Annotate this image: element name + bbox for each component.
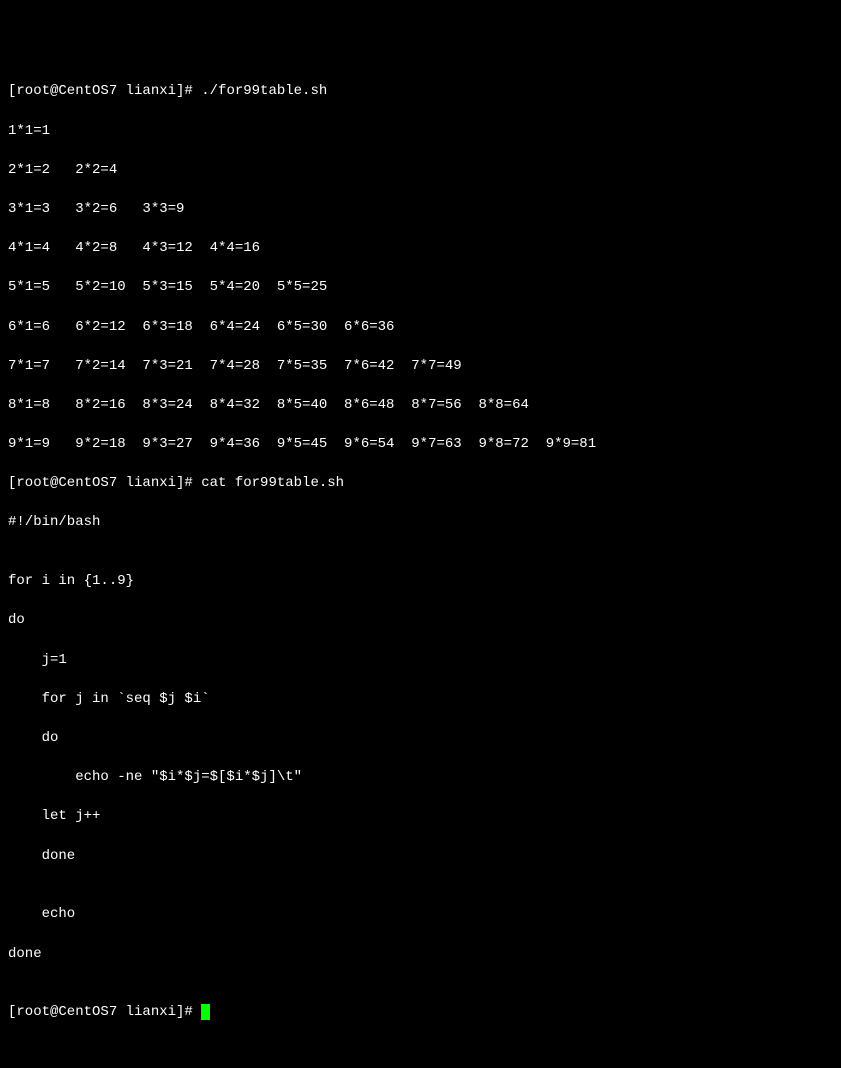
output-row-2: 2*1=2 2*2=4 — [8, 161, 833, 181]
output-row-1: 1*1=1 — [8, 122, 833, 142]
script-line-13: done — [8, 945, 833, 965]
script-line-1: #!/bin/bash — [8, 513, 833, 533]
command-text: ./for99table.sh — [201, 83, 327, 99]
script-line-10: done — [8, 847, 833, 867]
output-row-5: 5*1=5 5*2=10 5*3=15 5*4=20 5*5=25 — [8, 278, 833, 298]
output-row-8: 8*1=8 8*2=16 8*3=24 8*4=32 8*5=40 8*6=48… — [8, 396, 833, 416]
output-row-9: 9*1=9 9*2=18 9*3=27 9*4=36 9*5=45 9*6=54… — [8, 435, 833, 455]
shell-prompt: [root@CentOS7 lianxi]# — [8, 475, 201, 491]
output-row-4: 4*1=4 4*2=8 4*3=12 4*4=16 — [8, 239, 833, 259]
command-text: cat for99table.sh — [201, 475, 344, 491]
terminal-line-prompt1: [root@CentOS7 lianxi]# ./for99table.sh — [8, 82, 833, 102]
script-line-9: let j++ — [8, 807, 833, 827]
terminal-line-prompt3[interactable]: [root@CentOS7 lianxi]# — [8, 1003, 833, 1023]
output-row-7: 7*1=7 7*2=14 7*3=21 7*4=28 7*5=35 7*6=42… — [8, 357, 833, 377]
script-line-3: for i in {1..9} — [8, 572, 833, 592]
script-line-4: do — [8, 611, 833, 631]
script-line-6: for j in `seq $j $i` — [8, 690, 833, 710]
output-row-3: 3*1=3 3*2=6 3*3=9 — [8, 200, 833, 220]
script-line-7: do — [8, 729, 833, 749]
terminal-line-prompt2: [root@CentOS7 lianxi]# cat for99table.sh — [8, 474, 833, 494]
shell-prompt: [root@CentOS7 lianxi]# — [8, 83, 201, 99]
script-line-12: echo — [8, 905, 833, 925]
script-line-5: j=1 — [8, 651, 833, 671]
script-line-8: echo -ne "$i*$j=$[$i*$j]\t" — [8, 768, 833, 788]
shell-prompt: [root@CentOS7 lianxi]# — [8, 1004, 201, 1020]
cursor-block[interactable] — [201, 1004, 210, 1020]
output-row-6: 6*1=6 6*2=12 6*3=18 6*4=24 6*5=30 6*6=36 — [8, 318, 833, 338]
